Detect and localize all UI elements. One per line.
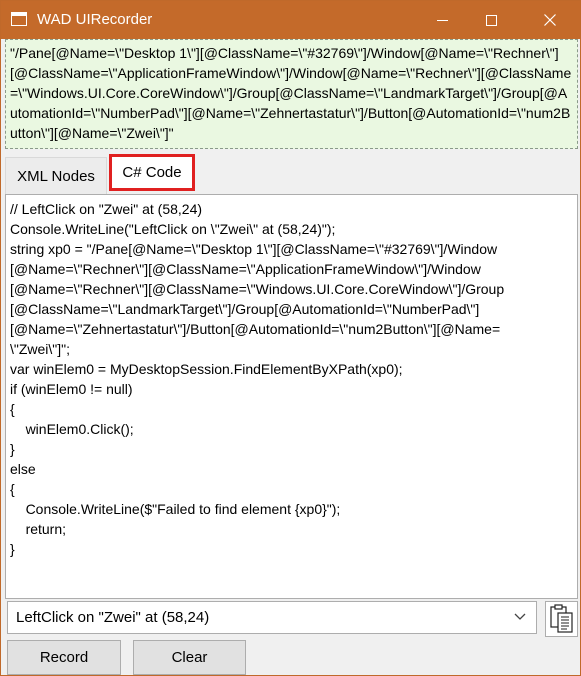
minimize-icon — [436, 19, 448, 21]
code-textbox[interactable]: // LeftClick on "Zwei" at (58,24) Consol… — [5, 194, 578, 599]
close-icon — [544, 14, 556, 26]
maximize-button[interactable] — [468, 1, 514, 39]
record-button[interactable]: Record — [7, 640, 121, 675]
title-bar[interactable]: WAD UIRecorder — [1, 1, 580, 39]
tab-csharp-code[interactable]: C# Code — [109, 154, 195, 191]
dropdown-selected-value: LeftClick on "Zwei" at (58,24) — [16, 609, 210, 626]
window-title: WAD UIRecorder — [37, 11, 153, 28]
close-button[interactable] — [527, 1, 573, 39]
tab-strip: XML Nodes C# Code — [5, 153, 578, 195]
clipboard-icon — [549, 604, 573, 633]
xpath-textbox[interactable]: "/Pane[@Name=\"Desktop 1\"][@ClassName=\… — [5, 39, 578, 149]
maximize-icon — [485, 14, 497, 26]
minimize-button[interactable] — [419, 1, 465, 39]
tab-xml-nodes[interactable]: XML Nodes — [5, 157, 107, 195]
window-app-icon — [11, 12, 27, 26]
copy-to-clipboard-button[interactable] — [545, 601, 578, 637]
recorded-actions-dropdown[interactable]: LeftClick on "Zwei" at (58,24) — [7, 601, 537, 634]
app-window: WAD UIRecorder "/Pane[@Name=\"Desktop 1\… — [0, 0, 581, 676]
chevron-down-icon — [514, 613, 526, 620]
clear-button[interactable]: Clear — [133, 640, 246, 675]
